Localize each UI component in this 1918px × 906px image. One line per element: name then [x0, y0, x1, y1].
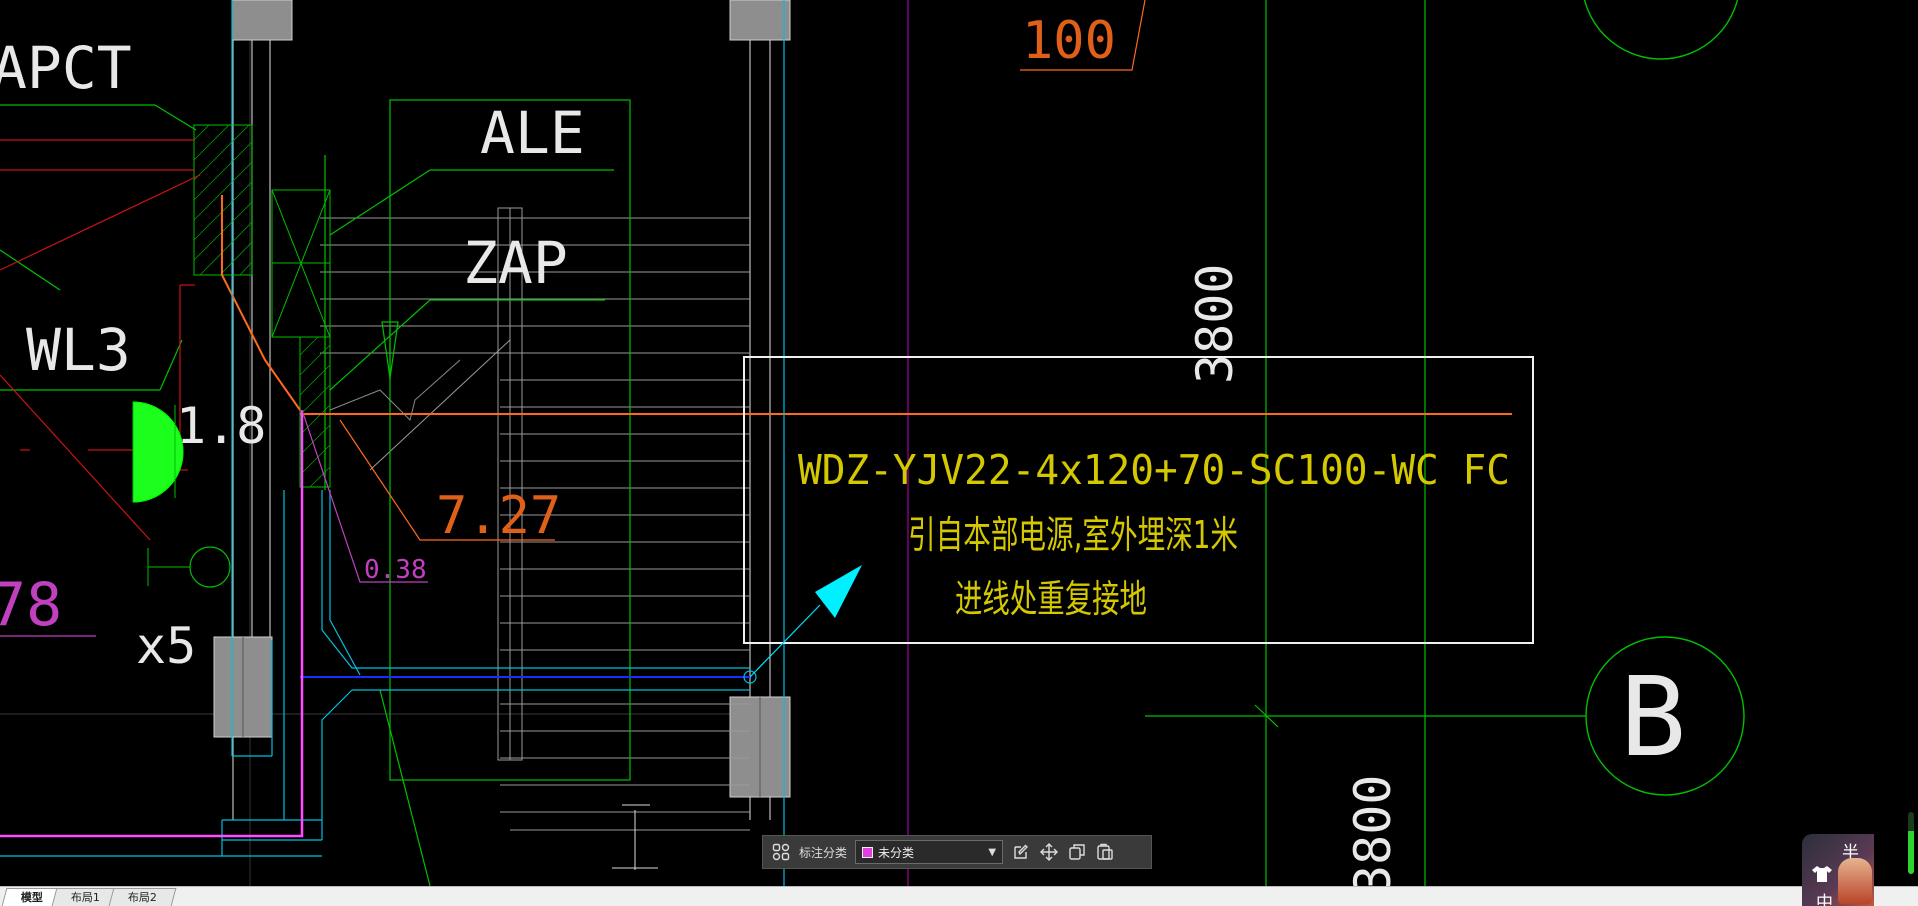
shirt-icon [1812, 866, 1832, 882]
dim-3800-a: 3800 [1186, 264, 1244, 384]
label-7-27: 7.27 [436, 486, 561, 546]
label-x5: x5 [136, 617, 196, 675]
leader-arrow [815, 565, 862, 618]
chevron-down-icon: ▼ [988, 846, 997, 858]
label-0-38: 0.38 [364, 555, 427, 585]
label-apct: APCT [0, 34, 132, 102]
label-1-8: 1.8 [176, 397, 266, 455]
edit-icon[interactable] [1011, 842, 1031, 862]
label-78: 78 [0, 570, 62, 640]
tab-layout2[interactable]: 布局2 [108, 888, 177, 906]
grid-bubble-top [1583, 0, 1739, 60]
grid-label-b: B [1620, 653, 1686, 781]
callout-cable-spec[interactable]: WDZ-YJV22-4x120+70-SC100-WC FC [798, 446, 1510, 494]
move-icon[interactable] [1039, 842, 1059, 862]
cyan-duct-lines [0, 0, 785, 886]
grid-icon[interactable] [771, 842, 791, 862]
cad-drawing-canvas[interactable]: APCT ALE ZAP WL3 1.8 x5 B 78 0.38 7.27 1… [0, 0, 1918, 906]
level-meter-fill [1908, 830, 1914, 874]
annotation-toolbar: 标注分类 未分类 ▼ [762, 835, 1152, 869]
avatar[interactable]: 半 中 [1802, 834, 1874, 906]
label-zap: ZAP [463, 229, 568, 297]
copy-icon[interactable] [1067, 842, 1087, 862]
toolbar-label: 标注分类 [799, 845, 848, 860]
level-meter [1908, 812, 1914, 874]
dim-3800-b: 3800 [1344, 775, 1402, 895]
avatar-image [1838, 858, 1872, 904]
category-select[interactable]: 未分类 ▼ [855, 840, 1004, 864]
label-ale: ALE [480, 99, 585, 167]
callout-line2[interactable]: 引自本部电源,室外埋深1米 [908, 513, 1238, 557]
category-select-value: 未分类 [878, 845, 915, 860]
callout-line3[interactable]: 进线处重复接地 [955, 577, 1147, 621]
label-100: 100 [1022, 11, 1116, 71]
label-wl3: WL3 [26, 316, 131, 384]
paste-icon[interactable] [1095, 842, 1115, 862]
break-line [329, 359, 461, 421]
layout-tab-bar: 模型 布局1 布局2 [0, 886, 1918, 906]
category-color-swatch [862, 846, 874, 858]
tray-char-bottom: 中 [1816, 893, 1833, 906]
